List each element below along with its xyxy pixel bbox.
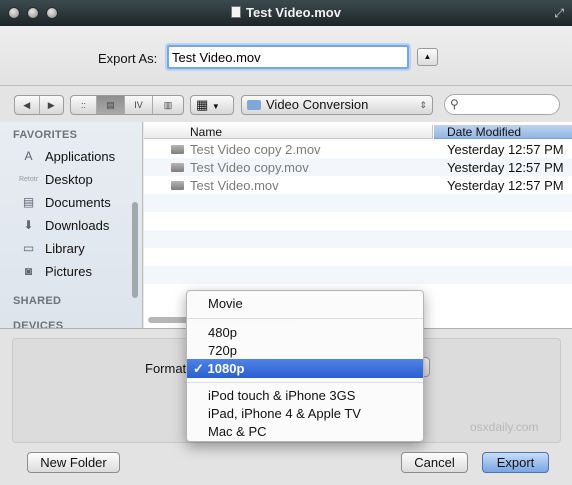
file-name: Test Video.mov [190, 178, 279, 193]
search-field[interactable]: ⚲ [444, 94, 560, 115]
sidebar-item-library[interactable]: ▭ Library [20, 238, 138, 258]
collapse-dialog-button[interactable]: ▲ [417, 48, 438, 66]
export-as-label: Export As: [98, 51, 158, 66]
file-date: Yesterday 12:57 PM [447, 142, 564, 157]
list-view-icon: ▤ [106, 99, 115, 110]
sidebar-item-label: Documents [45, 194, 111, 210]
format-menu: Movie 480p 720p ✓ 1080p iPod touch & iPh… [186, 290, 424, 442]
arrange-popup[interactable]: ▦ ▼ [190, 95, 234, 115]
document-icon [231, 6, 242, 18]
menu-separator [187, 382, 423, 383]
export-button[interactable]: Export [482, 452, 549, 473]
new-folder-button[interactable]: New Folder [27, 452, 120, 473]
devices-header: DEVICES [13, 320, 64, 328]
empty-row [144, 266, 572, 284]
menu-item-movie[interactable]: Movie [187, 294, 423, 313]
sidebar-item-label: Desktop [45, 171, 93, 187]
folder-icon [247, 100, 261, 110]
menu-item-ipad-iphone4-appletv[interactable]: iPad, iPhone 4 & Apple TV [187, 404, 423, 423]
file-name: Test Video copy 2.mov [190, 142, 321, 157]
favorites-header: FAVORITES [13, 129, 78, 141]
grid-icon: ▦ [196, 97, 209, 112]
chevron-up-icon: ▲ [423, 52, 432, 61]
back-button[interactable]: ◀ [15, 96, 40, 114]
sidebar-item-label: Pictures [45, 263, 92, 279]
folder-icon: ▭ [22, 241, 35, 255]
movie-file-icon [171, 145, 184, 154]
table-row[interactable]: Test Video.mov Yesterday 12:57 PM [144, 176, 572, 194]
cover-flow-button[interactable]: ▥ [153, 96, 183, 114]
sidebar-scrollbar[interactable] [132, 202, 138, 298]
table-row[interactable]: Test Video copy 2.mov Yesterday 12:57 PM [144, 140, 572, 158]
name-column-header[interactable]: Name [144, 125, 433, 139]
movie-file-icon [171, 163, 184, 172]
shared-header: SHARED [13, 295, 62, 307]
current-folder-name: Video Conversion [266, 97, 369, 112]
export-dialog-window: Test Video.mov ⤢ Export As: ▲ ◀ ▶ :: ▤ I… [0, 0, 572, 485]
menu-item-mac-pc[interactable]: Mac & PC [187, 422, 423, 441]
back-forward-control: ◀ ▶ [14, 95, 64, 115]
empty-row [144, 194, 572, 212]
file-date: Yesterday 12:57 PM [447, 178, 564, 193]
menu-item-ipod-iphone-3gs[interactable]: iPod touch & iPhone 3GS [187, 386, 423, 405]
applications-icon: A [24, 149, 33, 163]
table-row[interactable]: Test Video copy.mov Yesterday 12:57 PM [144, 158, 572, 176]
empty-row [144, 212, 572, 230]
fullscreen-icon[interactable]: ⤢ [554, 6, 564, 21]
selected-format-label: 1080p [207, 361, 245, 376]
icon-view-icon: :: [80, 100, 86, 110]
window-title-container: Test Video.mov [0, 5, 572, 20]
sidebar-item-label: Downloads [45, 217, 110, 233]
empty-row [144, 230, 572, 248]
sidebar-item-desktop[interactable]: Retotr Desktop [18, 169, 138, 189]
cover-flow-icon: ▥ [163, 99, 173, 110]
view-mode-control: :: ▤ IV ▥ [70, 95, 184, 115]
format-label: Format [145, 361, 187, 376]
movie-file-icon [171, 181, 184, 190]
menu-item-480p[interactable]: 480p [187, 323, 423, 342]
forward-button[interactable]: ▶ [40, 96, 64, 114]
desktop-icon: Retotr [18, 175, 39, 183]
file-name: Test Video copy.mov [190, 160, 309, 175]
sidebar-item-pictures[interactable]: ◙ Pictures [20, 261, 138, 281]
cancel-button[interactable]: Cancel [401, 452, 468, 473]
updown-chevron-icon: ⇕ [419, 100, 427, 110]
sidebar-item-applications[interactable]: A Applications [20, 146, 138, 166]
window-title: Test Video.mov [246, 5, 341, 20]
back-arrow-icon: ◀ [23, 99, 31, 110]
watermark: osxdaily.com [470, 420, 539, 434]
sidebar-item-downloads[interactable]: ⬇ Downloads [20, 215, 138, 235]
menu-item-1080p[interactable]: ✓ 1080p [187, 359, 423, 378]
empty-row [144, 248, 572, 266]
title-bar: Test Video.mov ⤢ [0, 0, 572, 26]
column-view-icon: IV [134, 100, 143, 110]
sidebar-item-label: Library [45, 240, 85, 256]
search-icon: ⚲ [450, 97, 459, 111]
export-as-row: Export As: ▲ [0, 26, 572, 86]
checkmark-icon: ✓ [193, 361, 204, 376]
documents-icon: ▤ [22, 195, 35, 209]
chevron-down-icon: ▼ [211, 102, 220, 111]
list-view-button[interactable]: ▤ [97, 96, 125, 114]
sidebar: FAVORITES A Applications Retotr Desktop ▤ D… [0, 122, 143, 328]
menu-item-720p[interactable]: 720p [187, 341, 423, 360]
export-filename-field[interactable] [167, 45, 409, 69]
forward-arrow-icon: ▶ [47, 99, 55, 110]
sidebar-item-documents[interactable]: ▤ Documents [20, 192, 138, 212]
location-popup[interactable]: Video Conversion ⇕ [241, 95, 433, 115]
date-modified-column-header[interactable]: Date Modified [434, 125, 572, 139]
navigation-toolbar: ◀ ▶ :: ▤ IV ▥ ▦ ▼ Video Conversion ⇕ ⚲ [0, 86, 572, 122]
pictures-icon: ◙ [24, 264, 33, 278]
icon-view-button[interactable]: :: [71, 96, 97, 114]
downloads-icon: ⬇ [23, 218, 34, 232]
column-view-button[interactable]: IV [125, 96, 153, 114]
menu-separator [187, 318, 423, 319]
sidebar-item-label: Applications [45, 148, 116, 164]
file-date: Yesterday 12:57 PM [447, 160, 564, 175]
